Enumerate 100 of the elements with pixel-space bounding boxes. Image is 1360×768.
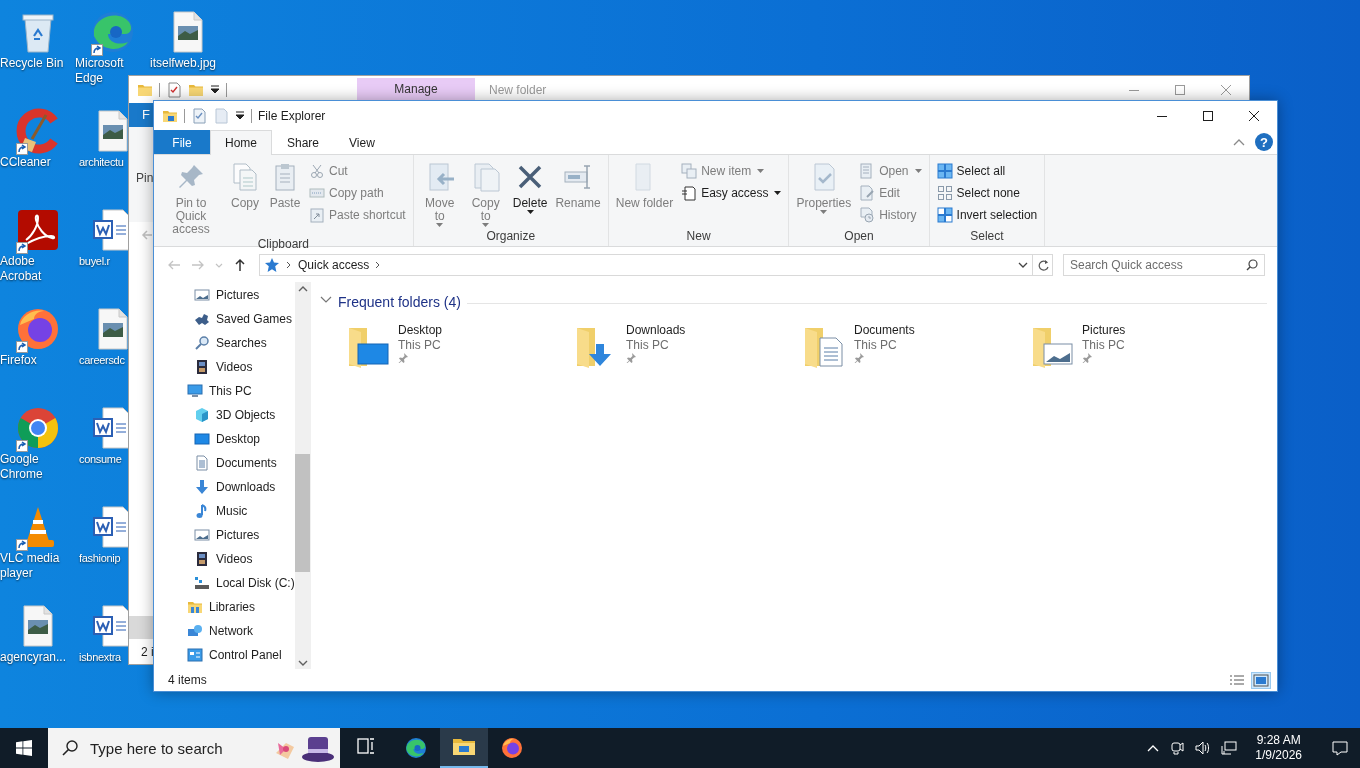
icon-label: Firefox <box>0 353 37 367</box>
dropdown-icon <box>1018 261 1028 269</box>
nav-item[interactable]: Pictures <box>154 283 295 307</box>
context-tab[interactable]: Manage <box>357 78 475 100</box>
icon-label: architectu <box>78 156 124 168</box>
folder-location: This PC <box>854 338 898 352</box>
close-icon <box>1249 110 1259 121</box>
folder-tile[interactable]: Desktop This PC <box>344 322 572 370</box>
refresh-button[interactable] <box>1033 254 1053 276</box>
easy-access-icon <box>681 185 698 201</box>
clock[interactable]: 9:28 AM 1/9/2026 <box>1247 733 1310 763</box>
nav-item[interactable]: Pictures <box>154 523 295 547</box>
icon-label: careersdc <box>78 354 125 366</box>
icon-label: Microsoft Edge <box>75 56 124 85</box>
wave-browser-icon <box>404 736 428 760</box>
nav-item[interactable]: Local Disk (C:) <box>154 571 295 595</box>
folder-location: This PC <box>1082 338 1126 352</box>
ribbon-tab[interactable]: Share <box>272 130 335 154</box>
status-text: 2 i <box>141 644 154 659</box>
section-header[interactable]: Frequent folders (4) <box>338 294 461 310</box>
pictures-icon <box>194 527 210 543</box>
window-title: File Explorer <box>258 108 327 123</box>
pictures-icon <box>194 287 210 303</box>
icon-label: agencyran... <box>0 650 67 664</box>
help-button[interactable]: ? <box>1255 133 1273 151</box>
ribbon-label: Pin <box>136 171 154 185</box>
scroll-down-icon[interactable] <box>297 660 308 666</box>
back-arrow-icon <box>167 258 181 272</box>
nav-item[interactable]: This PC <box>154 379 295 403</box>
speaker-icon[interactable] <box>1195 740 1212 756</box>
ribbon-button[interactable]: Invert selection <box>933 204 1041 226</box>
edit-icon <box>859 185 876 201</box>
forward-arrow-icon <box>191 258 205 272</box>
maximize-icon <box>1175 84 1185 95</box>
nav-item[interactable]: Control Panel <box>154 643 295 667</box>
nav-item[interactable]: Videos <box>154 547 295 571</box>
ribbon-button[interactable]: Select all <box>933 160 1041 182</box>
camera-icon[interactable] <box>1169 740 1186 756</box>
chevron-up-icon[interactable] <box>1147 744 1160 752</box>
folder-tile[interactable]: Documents This PC <box>800 322 1028 370</box>
folder-location: This PC <box>398 338 442 352</box>
status-text: 4 items <box>167 673 207 687</box>
search-icon <box>194 335 210 351</box>
cut-off-tab[interactable]: F <box>129 103 154 127</box>
network-icon[interactable] <box>1221 740 1238 756</box>
folder-name: Pictures <box>1082 323 1126 337</box>
search-box[interactable]: Type here to search <box>48 728 340 768</box>
nav-item[interactable]: Libraries <box>154 595 295 619</box>
ribbon-tab[interactable]: View <box>334 130 390 154</box>
game-piece-icon <box>194 311 210 327</box>
search-box[interactable]: Search Quick access <box>1063 254 1265 276</box>
properties-icon[interactable] <box>166 81 182 98</box>
control-panel-icon <box>187 647 203 663</box>
search-field[interactable]: Type here to search <box>90 739 250 757</box>
ribbon-button[interactable]: Delete <box>509 158 551 228</box>
tiles-view-button[interactable] <box>1251 671 1271 689</box>
details-view-icon <box>1229 673 1245 687</box>
path-icon <box>309 185 325 201</box>
nav-item[interactable]: 3D Objects <box>154 403 295 427</box>
address-bar[interactable]: Quick access <box>259 254 1033 276</box>
folder-tile[interactable]: Downloads This PC <box>572 322 800 370</box>
nav-item[interactable]: Documents <box>154 451 295 475</box>
icon-label: buyel.r <box>78 255 110 267</box>
notification-icon[interactable] <box>1332 740 1348 756</box>
nav-item[interactable]: Network <box>154 619 295 643</box>
icon-label: itselfweb.jpg <box>150 56 217 70</box>
dropdown-icon <box>215 262 223 268</box>
cube-icon <box>194 407 210 423</box>
dropdown-icon[interactable] <box>235 111 245 120</box>
download-arrow-icon <box>194 479 210 495</box>
taskbar-button[interactable] <box>440 728 488 768</box>
dropdown-icon[interactable] <box>210 85 220 94</box>
monitor-icon <box>187 383 203 399</box>
nav-item[interactable]: Videos <box>154 355 295 379</box>
history-icon <box>859 207 876 223</box>
tiles-view-icon <box>1253 673 1269 687</box>
properties-icon[interactable] <box>191 107 207 124</box>
ribbon-button[interactable]: Easy access <box>678 182 785 204</box>
chevron-icon <box>286 261 292 269</box>
nav-item[interactable]: Searches <box>154 331 295 355</box>
new-item-icon <box>681 163 698 179</box>
file-menu-tab[interactable]: File <box>154 130 210 154</box>
scrollbar-thumb[interactable] <box>295 454 311 572</box>
film-icon <box>194 359 210 375</box>
document-icon <box>194 455 210 471</box>
breadcrumb-item[interactable]: Quick access <box>298 258 370 272</box>
nav-item[interactable]: Downloads <box>154 475 295 499</box>
nav-item[interactable]: Desktop <box>154 427 295 451</box>
clock-time: 9:28 AM <box>1256 733 1301 748</box>
ribbon-tab[interactable]: Home <box>210 130 272 155</box>
ribbon-button[interactable]: Select none <box>933 182 1041 204</box>
scroll-up-icon[interactable] <box>297 286 308 292</box>
nav-item[interactable]: Music <box>154 499 295 523</box>
collapse-ribbon-icon[interactable] <box>1233 138 1245 146</box>
folder-tile[interactable]: Pictures This PC <box>1028 322 1256 370</box>
icon-label: consume <box>78 453 122 465</box>
group-label: Select <box>969 228 1005 245</box>
icon-label: CCleaner <box>0 155 51 169</box>
nav-item[interactable]: Saved Games <box>154 307 295 331</box>
group-label: Clipboard <box>256 236 311 252</box>
